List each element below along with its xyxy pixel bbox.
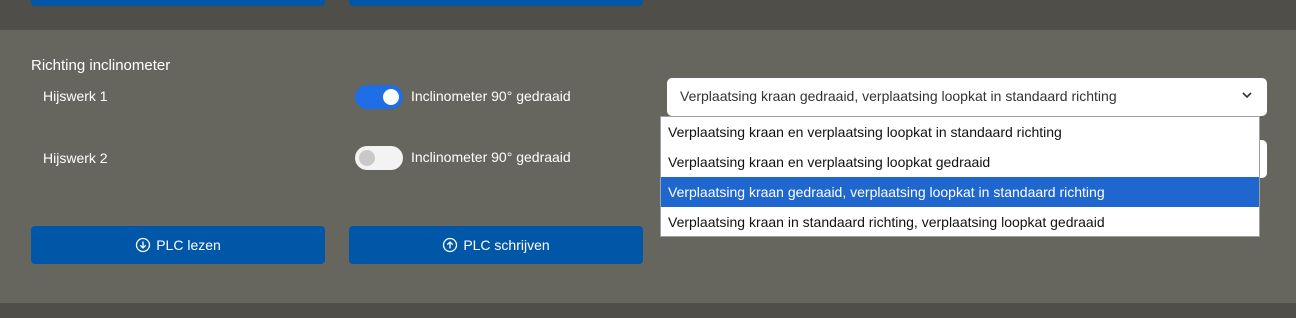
chevron-down-icon: [1240, 88, 1254, 105]
inclinometer-toggle-hijswerk-2[interactable]: [355, 146, 403, 170]
dropdown-option[interactable]: Verplaatsing kraan en verplaatsing loopk…: [661, 117, 1259, 147]
bottom-strip: [0, 303, 1296, 318]
direction-dropdown-list: Verplaatsing kraan en verplaatsing loopk…: [660, 116, 1260, 237]
plc-read-button[interactable]: PLC lezen: [31, 226, 325, 264]
previous-section-button[interactable]: [31, 0, 325, 6]
row-label-hijswerk-1: Hijswerk 1: [43, 88, 108, 104]
select-value: Verplaatsing kraan gedraaid, verplaatsin…: [680, 88, 1117, 104]
toggle-label-hijswerk-2: Inclinometer 90° gedraaid: [411, 149, 571, 165]
plc-write-label: PLC schrijven: [463, 237, 550, 253]
dropdown-option-selected[interactable]: Verplaatsing kraan gedraaid, verplaatsin…: [661, 177, 1259, 207]
plc-write-button[interactable]: PLC schrijven: [349, 226, 643, 264]
top-strip: [0, 0, 1296, 30]
toggle-knob: [359, 150, 375, 166]
plc-read-label: PLC lezen: [156, 237, 221, 253]
arrow-down-circle-icon: [136, 237, 151, 253]
dropdown-option[interactable]: Verplaatsing kraan in standaard richting…: [661, 207, 1259, 237]
toggle-knob: [383, 89, 399, 105]
section-title: Richting inclinometer: [31, 57, 171, 74]
inclinometer-toggle-hijswerk-1[interactable]: [355, 85, 403, 109]
direction-select-hijswerk-1[interactable]: Verplaatsing kraan gedraaid, verplaatsin…: [667, 78, 1267, 116]
arrow-up-circle-icon: [443, 237, 458, 253]
previous-section-button[interactable]: [349, 0, 643, 6]
toggle-label-hijswerk-1: Inclinometer 90° gedraaid: [411, 88, 571, 104]
row-label-hijswerk-2: Hijswerk 2: [43, 150, 108, 166]
dropdown-option[interactable]: Verplaatsing kraan en verplaatsing loopk…: [661, 147, 1259, 177]
